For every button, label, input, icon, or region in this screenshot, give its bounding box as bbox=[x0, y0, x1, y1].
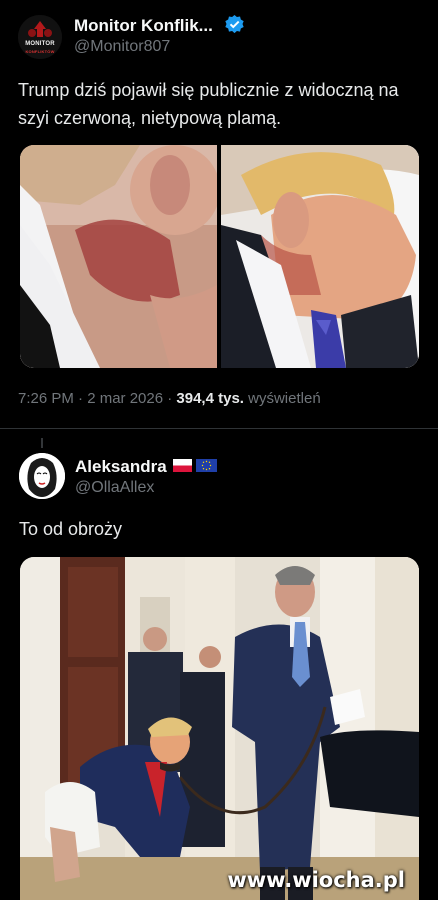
reply-photo[interactable]: www.wiocha.pl bbox=[20, 557, 419, 900]
avatar-sublabel: KONFLIKTÓW bbox=[25, 49, 55, 54]
reply-author-handle[interactable]: @OllaAllex bbox=[75, 479, 154, 497]
avatar-illustration bbox=[19, 453, 65, 499]
author-name[interactable]: Monitor Konflik... bbox=[74, 16, 213, 36]
tweet-photo-closeup[interactable] bbox=[20, 145, 217, 368]
watermark: www.wiocha.pl bbox=[227, 868, 405, 892]
reply-text: To od obroży bbox=[19, 519, 123, 539]
views-count: 394,4 tys. bbox=[176, 390, 244, 407]
reply-author-name[interactable]: Aleksandra bbox=[75, 457, 167, 477]
eu-flag-icon bbox=[196, 459, 217, 472]
author-handle[interactable]: @Monitor807 bbox=[74, 38, 170, 56]
avatar-label: MONITOR bbox=[25, 41, 55, 47]
author-avatar[interactable]: MONITOR KONFLIKTÓW bbox=[18, 15, 62, 59]
verified-badge-icon bbox=[225, 14, 244, 34]
reply-author-avatar[interactable] bbox=[19, 453, 65, 499]
poland-flag-icon bbox=[173, 459, 192, 472]
tweet-timestamp[interactable]: 7:26 PM · 2 mar 2026 · bbox=[18, 390, 176, 407]
tweet-text: Trump dziś pojawił się publicznie z wido… bbox=[18, 80, 399, 128]
photo-profile bbox=[221, 145, 419, 368]
tweet-photo-profile[interactable] bbox=[221, 145, 419, 368]
thread-connector bbox=[41, 438, 43, 448]
views-label: wyświetleń bbox=[243, 390, 321, 407]
photo-meme-scene bbox=[20, 557, 419, 900]
tweet-meta: 7:26 PM · 2 mar 2026 · 394,4 tys. wyświe… bbox=[18, 390, 321, 407]
tweet-divider bbox=[0, 428, 438, 429]
photo-neck-closeup bbox=[20, 145, 217, 368]
